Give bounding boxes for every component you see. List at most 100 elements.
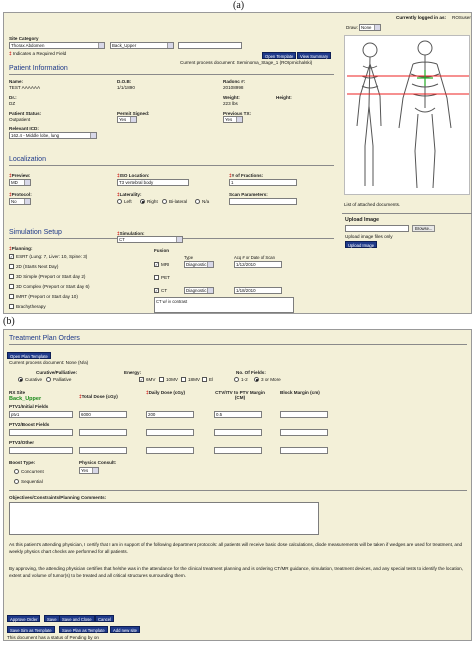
localization-heading: Localization [9,156,46,163]
patient-status-value: Outpatient [9,117,31,122]
doctor-label: Dr.: [9,95,17,100]
energy-10mv-checkbox[interactable] [159,377,164,382]
upload-image-button[interactable]: Upload Image [345,241,378,248]
fusion-checkbox-mri[interactable]: ✓ [154,262,159,267]
ptv1-margin-input[interactable]: 0.5 [214,411,262,418]
energy-label: Energy: [124,370,142,375]
fusion-date-mri[interactable]: 1/12/2010 [234,261,282,268]
ptv1-total-input[interactable]: 6000 [79,411,127,418]
ptv1-field-input[interactable]: ptv1 [9,411,73,418]
plan-checkbox-3d-simple[interactable] [9,274,14,279]
fusion-date-ct[interactable]: 1/18/2010 [234,287,282,294]
plan-checkbox-brachy[interactable] [9,304,14,309]
logged-in-user: ROSuser [452,15,471,20]
laterality-left-radio[interactable] [117,199,122,204]
fractions-label: ‡# of Fractions: [229,173,264,178]
planning-label-text: Planning: [11,246,33,251]
subsite-select[interactable]: Back_Upper [110,42,174,49]
fusion-type-ct[interactable]: Diagnostic [184,287,214,294]
permit-select[interactable]: Yes [117,116,137,123]
laterality-left-label: Left [124,199,132,204]
plan-checkbox-3d-complex[interactable] [9,284,14,289]
save-plan-template-button[interactable]: Save Plan as Template [59,626,108,633]
curative-radio[interactable] [18,377,23,382]
laterality-right-radio[interactable] [140,199,145,204]
fractions-label-text: # of Fractions: [231,173,264,178]
fusion-checkbox-ct[interactable]: ✓ [154,288,159,293]
fields-label: No. Of Fields: [236,370,266,375]
upload-image-heading: Upload Image [345,217,380,223]
prevtx-select[interactable]: Yes [223,116,243,123]
fractions-input[interactable]: 1 [229,179,297,186]
orders-current-doc: Current process document: None (N/a) [9,360,89,365]
draw-select[interactable]: None [359,24,381,31]
fusion-checkbox-pet[interactable] [154,275,159,280]
ptv3-daily-input[interactable] [146,447,194,454]
ptv3-field-input[interactable] [9,447,73,454]
laterality-bilateral-radio[interactable] [162,199,167,204]
divider [9,74,334,75]
cancel-button[interactable]: Cancel [95,615,115,622]
save-button[interactable]: Save [44,615,60,622]
upload-path-input[interactable] [345,225,409,232]
fusion-acq-header: Acq # or Date of Scan [234,255,275,260]
browse-button[interactable]: Browse... [412,225,436,232]
fields-3-more-radio[interactable] [254,377,259,382]
attached-docs-link[interactable]: List of attached documents. [344,202,400,207]
ptv3-total-input[interactable] [79,447,127,454]
protocol-select[interactable]: No [9,198,31,205]
objectives-textarea[interactable] [9,502,319,535]
boost-type-label: Boost Type: [9,460,36,465]
approve-order-button[interactable]: Approve Order [7,615,41,622]
palliative-radio[interactable] [46,377,51,382]
concurrent-radio[interactable] [14,469,19,474]
ptv2-total-input[interactable] [79,429,127,436]
physics-consult-select[interactable]: Yes [79,467,99,474]
weight-value: 223 lbs [223,101,238,106]
dob-value: 1/1/1890 [117,85,135,90]
height-label: Height: [276,95,292,100]
energy-el-checkbox[interactable] [202,377,207,382]
simulation-select[interactable]: CT [117,236,183,243]
ptv1-daily-input[interactable]: 200 [146,411,194,418]
preview-select[interactable]: MD [9,179,31,186]
laterality-na-radio[interactable] [195,199,200,204]
fusion-type-mri[interactable]: Diagnostic [184,261,214,268]
ptv3-margin-input[interactable] [214,447,262,454]
fields-1-2-label: 1-2 [241,377,248,382]
ptv2-margin-input[interactable] [214,429,262,436]
sequential-radio[interactable] [14,479,19,484]
ptv1-block-input[interactable] [280,411,328,418]
energy-6mv-checkbox[interactable]: ✓ [139,377,144,382]
open-plan-template-button[interactable]: Open Plan Template [7,352,51,359]
view-summary-button[interactable]: View Summary [297,52,332,59]
energy-18mv-checkbox[interactable] [181,377,186,382]
curative-label: Curative/Palliative: [36,370,78,375]
body-diagram[interactable] [344,35,470,195]
iso-location-input[interactable]: T3 vertebral body [117,179,189,186]
rx-site-label: RX Site [9,390,26,395]
name-value: TEST AAAAAA [9,85,41,90]
divider [9,165,334,166]
simulation-notes-textarea[interactable]: CT w/ iv contrast [154,297,294,313]
add-new-site-button[interactable]: Add new site [110,626,140,633]
approval-paragraph: By approving, the attending physician ce… [9,566,464,578]
save-sim-template-button[interactable]: Save Sim as Template [7,626,55,633]
open-template-button[interactable]: Open Template [262,52,297,59]
save-close-button[interactable]: Save and Close [59,615,95,622]
ptv2-block-input[interactable] [280,429,328,436]
site-category-select[interactable]: Thorax Abdomen [9,42,105,49]
ptv3-block-input[interactable] [280,447,328,454]
plan-checkbox-2d[interactable] [9,264,14,269]
physics-consult-label: Physics Consult: [79,460,117,465]
ptv2-field-input[interactable] [9,429,73,436]
plan-checkbox-esrt[interactable]: ✓ [9,254,14,259]
site-free-text[interactable] [178,42,242,49]
scan-params-input[interactable] [229,198,297,205]
plan-checkbox-imrt[interactable] [9,294,14,299]
ptv2-daily-input[interactable] [146,429,194,436]
icd-select[interactable]: 162.4 - Middle lobe, lung [9,132,97,139]
block-margin-header: Block Margin (cm) [280,390,320,395]
fields-1-2-radio[interactable] [234,377,239,382]
logged-in-label: Currently logged in as: [396,15,447,20]
